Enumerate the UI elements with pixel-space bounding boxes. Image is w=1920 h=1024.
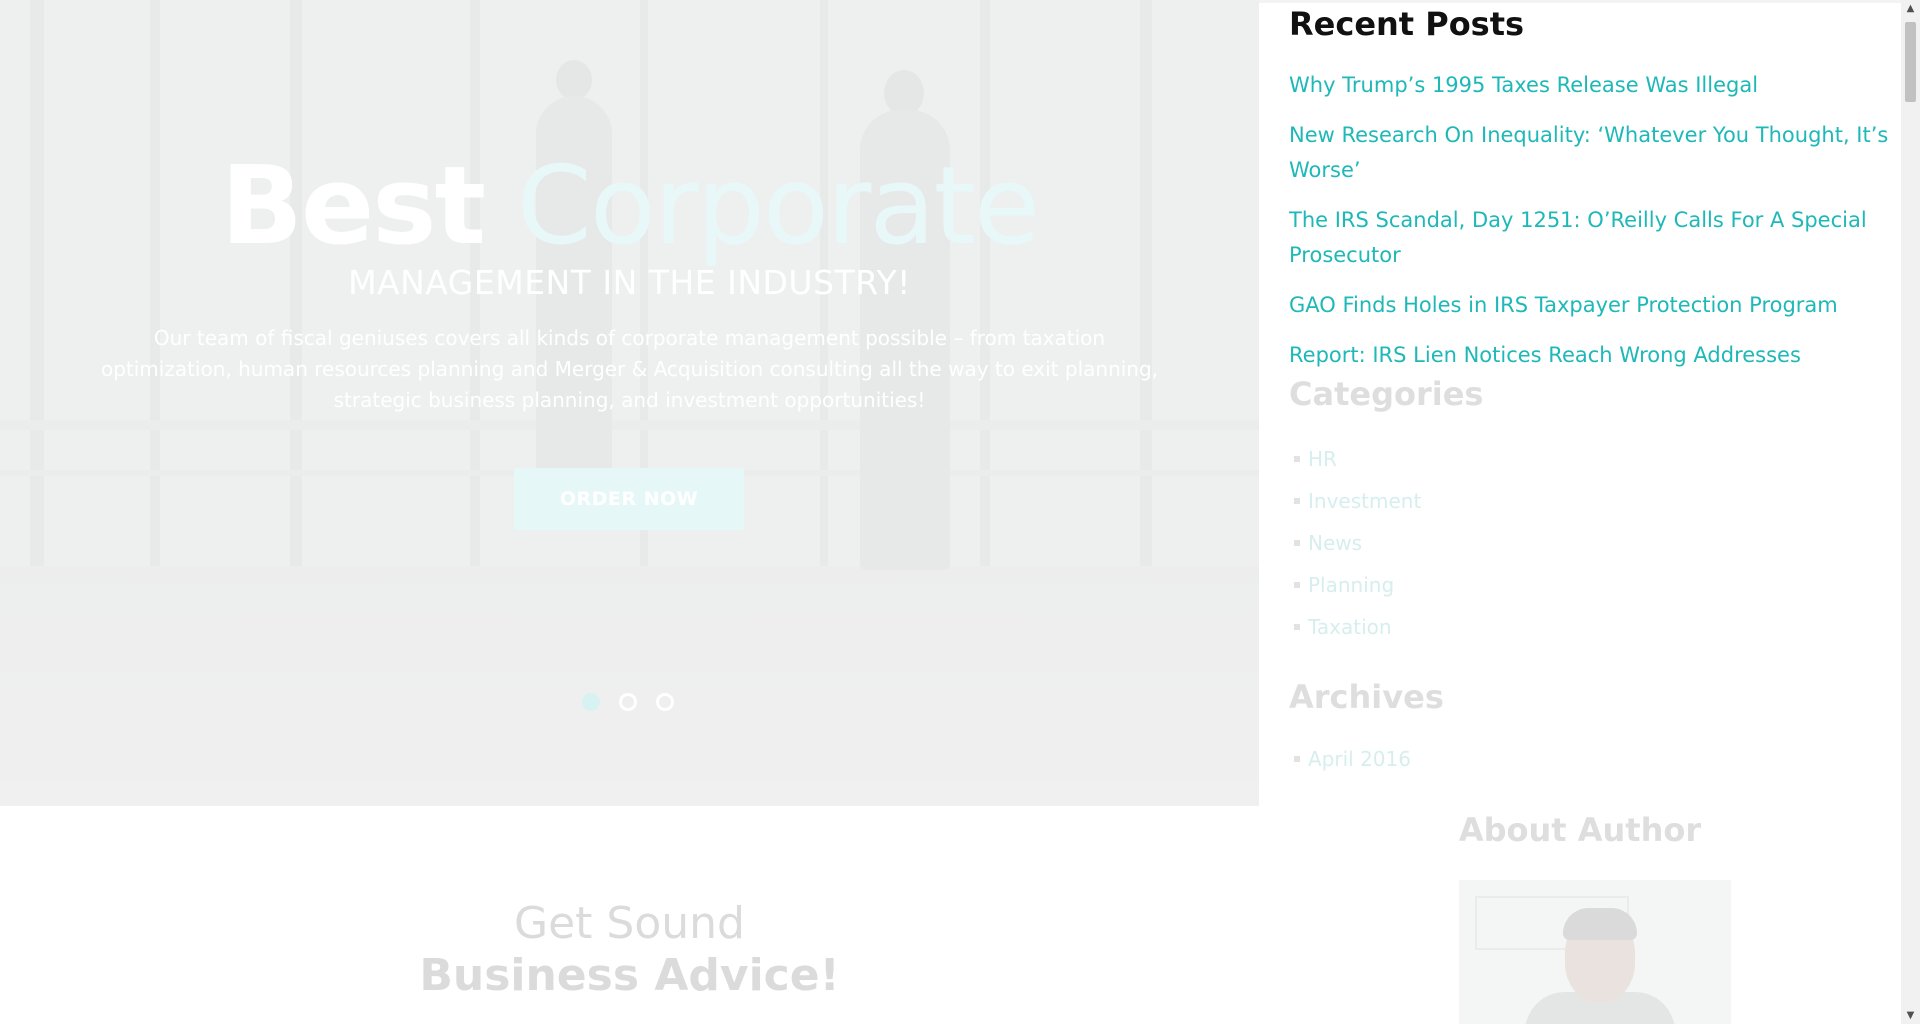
list-item: GAO Finds Holes in IRS Taxpayer Protecti… xyxy=(1289,288,1901,323)
hero-title: Best Corporate xyxy=(0,142,1259,272)
slider-dot-2[interactable] xyxy=(619,693,637,711)
archive-label: April 2016 xyxy=(1308,747,1411,771)
slider-pagination xyxy=(582,693,674,711)
hero-title-light: Corporate xyxy=(516,144,1040,269)
categories-list: HR Investment News Planning Taxation xyxy=(1289,438,1421,648)
scroll-up-arrow-icon[interactable]: ▲ xyxy=(1901,0,1920,17)
list-item: Why Trump’s 1995 Taxes Release Was Illeg… xyxy=(1289,68,1901,103)
category-label: Planning xyxy=(1308,573,1395,597)
hero-description: Our team of fiscal geniuses covers all k… xyxy=(100,326,1159,412)
slider-dot-1[interactable] xyxy=(582,693,600,711)
archives-heading: Archives xyxy=(1289,678,1444,716)
category-item-hr[interactable]: HR xyxy=(1289,438,1421,480)
about-author-heading: About Author xyxy=(1458,811,1702,849)
category-label: News xyxy=(1308,531,1363,555)
scroll-down-arrow-icon[interactable]: ▼ xyxy=(1901,1007,1920,1024)
recent-posts-heading: Recent Posts xyxy=(1289,5,1525,43)
recent-post-link[interactable]: Report: IRS Lien Notices Reach Wrong Add… xyxy=(1289,343,1801,367)
recent-posts-list: Why Trump’s 1995 Taxes Release Was Illeg… xyxy=(1289,68,1901,388)
list-item: Report: IRS Lien Notices Reach Wrong Add… xyxy=(1289,338,1901,373)
author-photo xyxy=(1459,880,1731,1024)
list-item: New Research On Inequality: ‘Whatever Yo… xyxy=(1289,118,1901,188)
recent-post-link[interactable]: GAO Finds Holes in IRS Taxpayer Protecti… xyxy=(1289,293,1838,317)
advice-heading-line1: Get Sound xyxy=(514,898,745,949)
bullet-icon xyxy=(1294,455,1300,462)
recent-post-link[interactable]: The IRS Scandal, Day 1251: O’Reilly Call… xyxy=(1289,208,1867,267)
bullet-icon xyxy=(1294,539,1300,546)
category-item-investment[interactable]: Investment xyxy=(1289,480,1421,522)
category-item-news[interactable]: News xyxy=(1289,522,1421,564)
category-item-taxation[interactable]: Taxation xyxy=(1289,606,1421,648)
page-scrollbar[interactable]: ▲ ▼ xyxy=(1901,0,1920,1024)
category-label: Taxation xyxy=(1308,615,1392,639)
recent-post-link[interactable]: Why Trump’s 1995 Taxes Release Was Illeg… xyxy=(1289,73,1758,97)
slider-dot-3[interactable] xyxy=(656,693,674,711)
order-now-button[interactable]: ORDER NOW xyxy=(514,468,744,530)
archive-item-april-2016[interactable]: April 2016 xyxy=(1289,738,1411,780)
hero-slider: Best Corporate MANAGEMENT IN THE INDUSTR… xyxy=(0,0,1259,806)
advice-heading-line2: Business Advice! xyxy=(419,950,840,1001)
sidebar: Recent Posts Why Trump’s 1995 Taxes Rele… xyxy=(1259,0,1901,1024)
archives-list: April 2016 xyxy=(1289,738,1411,780)
bullet-icon xyxy=(1294,755,1300,762)
sidebar-top-divider xyxy=(1259,0,1901,3)
list-item: The IRS Scandal, Day 1251: O’Reilly Call… xyxy=(1289,203,1901,273)
bullet-icon xyxy=(1294,623,1300,630)
scrollbar-thumb[interactable] xyxy=(1905,22,1916,102)
category-item-planning[interactable]: Planning xyxy=(1289,564,1421,606)
category-label: HR xyxy=(1308,447,1337,471)
categories-heading: Categories xyxy=(1289,375,1484,413)
hero-subtitle: MANAGEMENT IN THE INDUSTRY! xyxy=(348,263,911,302)
category-label: Investment xyxy=(1308,489,1422,513)
bullet-icon xyxy=(1294,497,1300,504)
hero-title-bold: Best xyxy=(220,144,486,269)
bullet-icon xyxy=(1294,581,1300,588)
recent-post-link[interactable]: New Research On Inequality: ‘Whatever Yo… xyxy=(1289,123,1888,182)
